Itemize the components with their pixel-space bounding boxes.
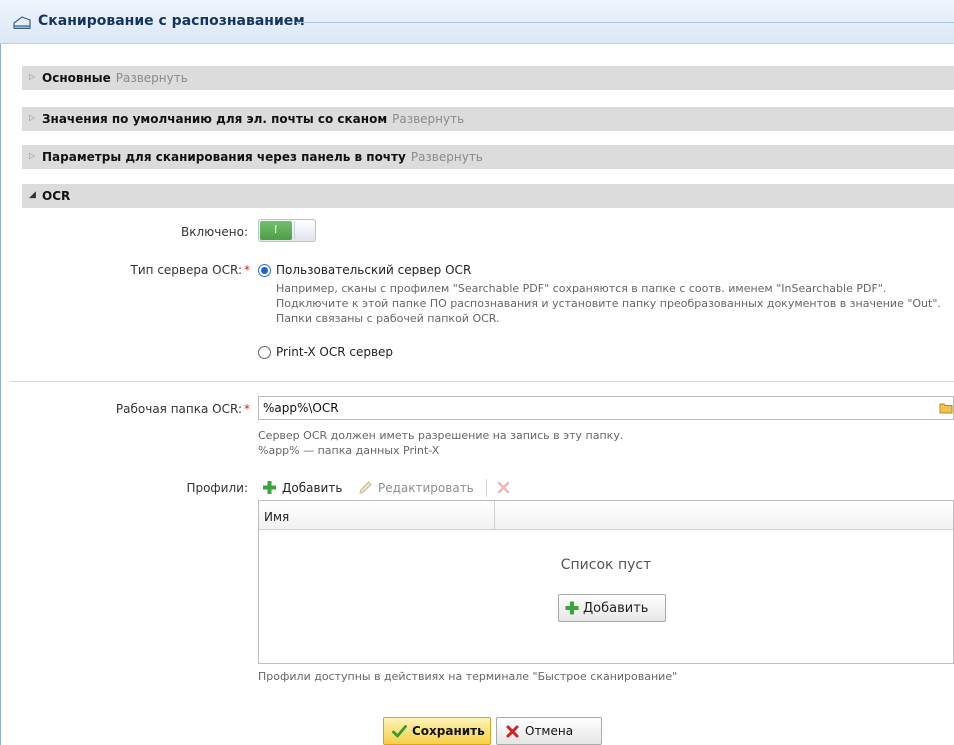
delete-x-icon: [497, 481, 510, 494]
window-title: Сканирование с распознаванием: [38, 13, 305, 29]
hint-line: Подключите к этой папке ПО распознавания…: [276, 297, 941, 310]
work-folder-label-text: Рабочая папка OCR:: [115, 402, 242, 416]
expand-arrow-icon: ▷: [29, 113, 36, 122]
cancel-label: Отмена: [525, 724, 574, 738]
column-header-name[interactable]: Имя: [259, 501, 495, 530]
enabled-toggle[interactable]: I: [258, 219, 316, 242]
column-header-label: Имя: [264, 510, 290, 524]
expand-arrow-icon: ▷: [29, 72, 36, 81]
toolbar-delete-button[interactable]: [496, 478, 516, 498]
pencil-icon: [359, 481, 372, 494]
grid-add-button[interactable]: Добавить: [558, 594, 666, 622]
expand-link[interactable]: Развернуть: [116, 71, 188, 85]
section-email-defaults[interactable]: ▷ Значения по умолчанию для эл. почты со…: [22, 107, 954, 131]
enabled-label: Включено:: [181, 225, 248, 239]
hint-line: %app% — папка данных Print-X: [258, 444, 440, 457]
grid-header: Имя: [259, 501, 953, 530]
radio-printx-ocr-server[interactable]: [258, 346, 271, 359]
empty-list-text: Список пуст: [560, 557, 652, 573]
toolbar-separator: [486, 479, 487, 497]
required-mark: *: [244, 402, 250, 416]
cancel-x-icon: [506, 725, 519, 738]
grid-add-label: Добавить: [583, 601, 649, 616]
radio-printx-ocr-server-label[interactable]: Print-X OCR сервер: [276, 345, 393, 359]
hint-line: Например, сканы с профилем "Searchable P…: [276, 282, 887, 295]
expand-link[interactable]: Развернуть: [411, 150, 483, 164]
work-folder-field[interactable]: [258, 396, 954, 420]
toggle-on-state: I: [260, 221, 292, 240]
scanner-icon: [13, 16, 31, 29]
plus-icon: [565, 601, 579, 615]
server-type-label-text: Тип сервера OCR:: [130, 263, 242, 277]
profiles-label: Профили:: [186, 481, 248, 495]
custom-server-hint: Например, сканы с профилем "Searchable P…: [276, 281, 954, 326]
divider: [10, 381, 954, 382]
radio-custom-ocr-server-label[interactable]: Пользовательский сервер OCR: [276, 263, 471, 277]
section-general[interactable]: ▷ Основные Развернуть: [22, 66, 954, 90]
profiles-hint: Профили доступны в действиях на терминал…: [258, 670, 678, 683]
hint-line: Сервер OCR должен иметь разрешение на за…: [258, 429, 624, 442]
section-title: OCR: [42, 189, 71, 203]
plus-icon: [263, 481, 276, 494]
toggle-on-text: I: [274, 223, 278, 236]
toggle-knob: [294, 221, 314, 240]
save-label: Сохранить: [412, 724, 485, 738]
hint-line: Папки связаны с рабочей папкой OCR.: [276, 312, 500, 325]
work-folder-label: Рабочая папка OCR: *: [80, 402, 250, 416]
window-border: [0, 0, 1, 745]
save-button[interactable]: Сохранить: [383, 717, 491, 745]
title-divider: [296, 22, 954, 23]
section-title: Параметры для сканирования через панель …: [42, 150, 406, 164]
section-title: Значения по умолчанию для эл. почты со с…: [42, 112, 388, 126]
toolbar-edit-button[interactable]: Редактировать: [358, 478, 480, 498]
expand-link[interactable]: Развернуть: [392, 112, 464, 126]
toolbar-add-label: Добавить: [282, 481, 343, 495]
toolbar-add-button[interactable]: Добавить: [262, 478, 352, 498]
work-folder-input[interactable]: [259, 397, 929, 419]
server-type-label: Тип сервера OCR: *: [100, 263, 250, 277]
work-folder-hint: Сервер OCR должен иметь разрешение на за…: [258, 428, 623, 458]
window-titlebar: Сканирование с распознаванием: [0, 0, 954, 44]
radio-custom-ocr-server[interactable]: [258, 264, 271, 277]
cancel-button[interactable]: Отмена: [496, 717, 602, 745]
section-ocr[interactable]: ◢ OCR: [22, 184, 954, 208]
section-panel-scan[interactable]: ▷ Параметры для сканирования через панел…: [22, 145, 954, 169]
toolbar-edit-label: Редактировать: [378, 481, 474, 495]
expand-arrow-icon: ▷: [29, 151, 36, 160]
checkmark-icon: [392, 725, 407, 738]
folder-icon[interactable]: [939, 401, 953, 415]
profiles-grid: Имя Список пуст Добавить: [258, 500, 954, 664]
section-title: Основные: [42, 71, 111, 85]
collapse-arrow-icon: ◢: [29, 190, 36, 200]
required-mark: *: [244, 263, 250, 277]
